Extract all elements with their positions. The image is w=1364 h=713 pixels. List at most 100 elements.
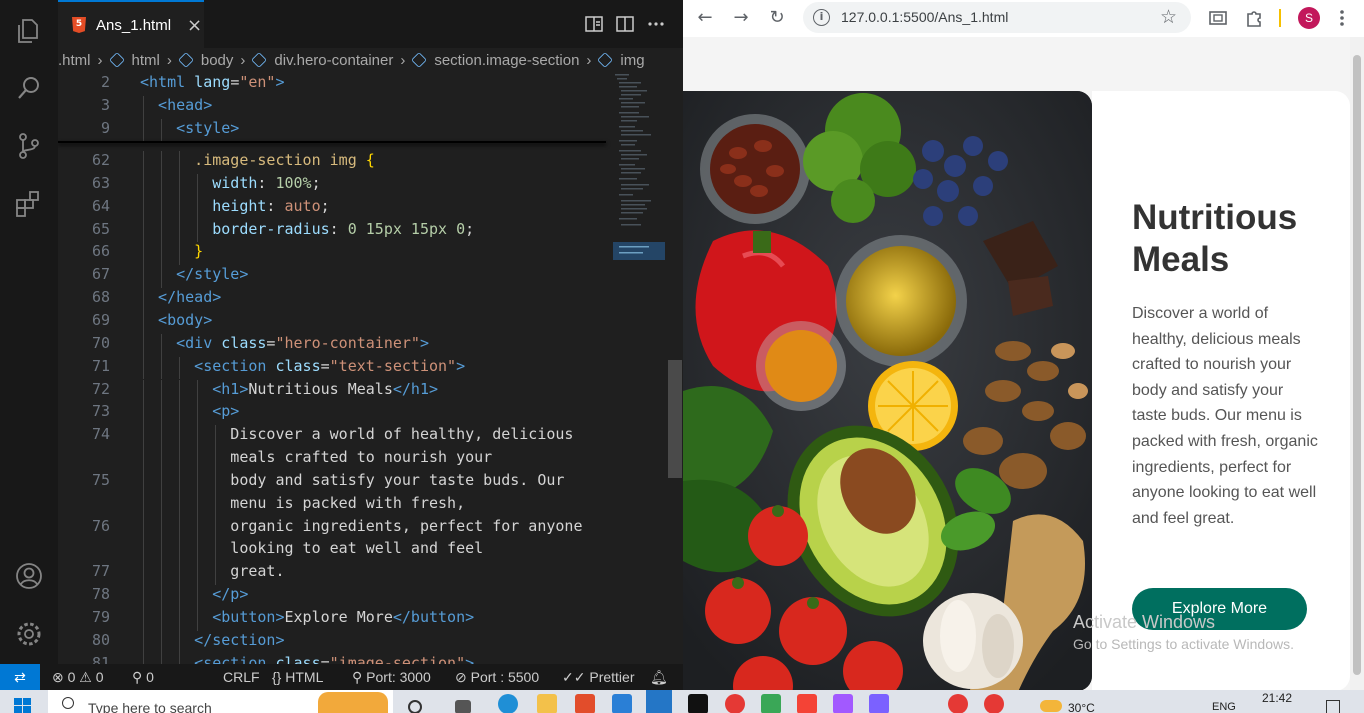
code-line[interactable]: </style> (176, 265, 248, 283)
go-live-port[interactable]: ⊘ Port : 5500 (455, 669, 539, 686)
code-line[interactable]: <section class="text-section"> (194, 357, 465, 375)
breadcrumb-item[interactable]: img (597, 51, 645, 69)
edge-icon[interactable] (498, 694, 518, 713)
figma-icon[interactable] (833, 694, 853, 713)
split-editor-icon[interactable] (615, 14, 635, 34)
code-line[interactable]: great. (230, 562, 284, 580)
intellij-icon[interactable] (688, 694, 708, 713)
weather-temperature[interactable]: 30°C (1068, 701, 1095, 713)
indent-guide (143, 196, 144, 220)
code-line[interactable]: height: auto; (212, 197, 329, 215)
code-line[interactable]: <button>Explore More</button> (212, 608, 474, 626)
page-scrollbar-thumb[interactable] (1353, 55, 1361, 675)
editor-scrollbar-thumb[interactable] (668, 360, 682, 478)
breadcrumb-item[interactable]: div.hero-container (251, 52, 393, 69)
mail-icon[interactable] (612, 694, 632, 713)
chrome-profile-icon[interactable] (948, 694, 968, 713)
code-token: <style> (176, 118, 240, 137)
chrome-profile-icon-2[interactable] (984, 694, 1004, 713)
code-line[interactable]: Discover a world of healthy, delicious (230, 425, 573, 443)
breadcrumb-item[interactable]: body (177, 52, 233, 69)
page-scrollbar[interactable] (1350, 37, 1364, 690)
code-line[interactable]: body and satisfy your taste buds. Our (230, 471, 564, 489)
language-mode[interactable]: {} HTML (272, 669, 323, 685)
minimap[interactable] (613, 72, 668, 272)
code-line[interactable]: <h1>Nutritious Meals</h1> (212, 380, 438, 398)
account-icon[interactable] (14, 561, 44, 591)
back-arrow-icon[interactable]: ← (693, 6, 717, 30)
code-line[interactable]: .image-section img { (194, 151, 375, 169)
code-line[interactable]: <head> (158, 96, 212, 114)
code-line[interactable]: } (194, 242, 203, 260)
indent-guide (197, 470, 199, 494)
store-icon[interactable] (575, 694, 595, 713)
code-editor[interactable]: 2 <html lang="en"> 3 <head> 9 <style> 62 .image… (58, 72, 683, 664)
code-line[interactable]: </p> (212, 585, 248, 603)
settings-gear-icon[interactable] (14, 619, 44, 649)
app-icon-2[interactable] (869, 694, 889, 713)
bookmark-star-icon[interactable]: ☆ (1160, 6, 1177, 28)
profile-avatar[interactable]: S (1298, 7, 1320, 29)
source-control-icon[interactable] (14, 131, 44, 161)
forwarded-ports-indicator[interactable]: ⚲ 0 (132, 669, 154, 686)
code-line[interactable]: <p> (212, 402, 239, 420)
windows-start-icon[interactable] (14, 698, 32, 713)
code-line[interactable]: <html lang="en"> (140, 73, 285, 91)
code-line[interactable]: <div class="hero-container"> (176, 334, 429, 352)
browser-menu-icon[interactable] (1335, 8, 1349, 28)
code-token: looking to eat well and feel (230, 539, 484, 558)
breadcrumb-label: img (620, 51, 645, 69)
vscode-taskbar-icon[interactable] (646, 690, 672, 713)
search-icon[interactable] (14, 73, 44, 103)
chrome-icon[interactable] (725, 694, 745, 713)
code-line[interactable]: <body> (158, 311, 212, 329)
explorer-icon[interactable] (14, 16, 44, 46)
address-bar[interactable]: i 127.0.0.1:5500/Ans_1.html ☆ (803, 2, 1191, 33)
task-view-icon[interactable] (455, 700, 471, 713)
taskbar-search-box[interactable]: Type here to search (48, 690, 393, 713)
screenshot-icon[interactable] (1208, 8, 1228, 28)
symbol-icon (597, 52, 614, 68)
breadcrumb-item[interactable]: html (108, 52, 160, 69)
input-language[interactable]: ENG (1212, 701, 1236, 713)
code-line[interactable]: <section class="image-section"> (194, 654, 474, 664)
reload-icon[interactable]: ↻ (765, 6, 789, 30)
chevron-right-icon: › (240, 51, 246, 69)
weather-icon[interactable] (1040, 700, 1062, 712)
file-explorer-icon[interactable] (537, 694, 557, 713)
code-token: class (266, 356, 321, 375)
code-line[interactable]: border-radius: 0 15px 15px 0; (212, 220, 474, 238)
cortana-icon[interactable] (408, 700, 422, 713)
live-server-port[interactable]: ⚲ Port: 3000 (352, 669, 431, 686)
extensions-icon[interactable] (14, 189, 44, 219)
code-line[interactable]: width: 100%; (212, 174, 320, 192)
code-line[interactable]: <style> (176, 119, 239, 137)
breadcrumb-item[interactable]: section.image-section (411, 52, 579, 69)
breadcrumb-item[interactable]: .html (58, 52, 91, 69)
tab-close-icon[interactable]: × (187, 15, 202, 36)
indent-guide (179, 379, 181, 403)
forward-arrow-icon[interactable]: → (729, 6, 753, 30)
code-line[interactable]: </section> (194, 631, 284, 649)
tab-ans-1-html[interactable]: 5 Ans_1.html × (58, 0, 204, 48)
problems-indicator[interactable]: ⊗ 0 ⚠ 0 (52, 669, 104, 686)
code-token: Discover a world of healthy, delicious (230, 425, 574, 444)
prettier-status[interactable]: ✓✓ Prettier (562, 669, 634, 686)
more-actions-icon[interactable] (646, 14, 666, 34)
code-line[interactable]: organic ingredients, perfect for anyone (230, 517, 582, 535)
code-line[interactable]: meals crafted to nourish your (230, 448, 492, 466)
code-line[interactable]: </head> (158, 288, 221, 306)
brave-icon[interactable] (797, 694, 817, 713)
app-icon[interactable] (761, 694, 781, 713)
extensions-puzzle-icon[interactable] (1244, 8, 1264, 28)
remote-indicator-icon[interactable]: ⇄ (0, 664, 40, 690)
taskbar-clock[interactable]: 21:42 (1262, 691, 1292, 705)
notification-center-icon[interactable] (1326, 700, 1340, 713)
eol-indicator[interactable]: CRLF (223, 669, 260, 685)
open-preview-icon[interactable] (584, 14, 604, 34)
code-line[interactable]: looking to eat well and feel (230, 539, 483, 557)
notifications-bell-icon[interactable]: 🔔︎ (650, 669, 668, 686)
code-line[interactable]: menu is packed with fresh, (230, 494, 465, 512)
code-token: <body> (158, 310, 213, 329)
site-info-icon[interactable]: i (813, 9, 830, 26)
